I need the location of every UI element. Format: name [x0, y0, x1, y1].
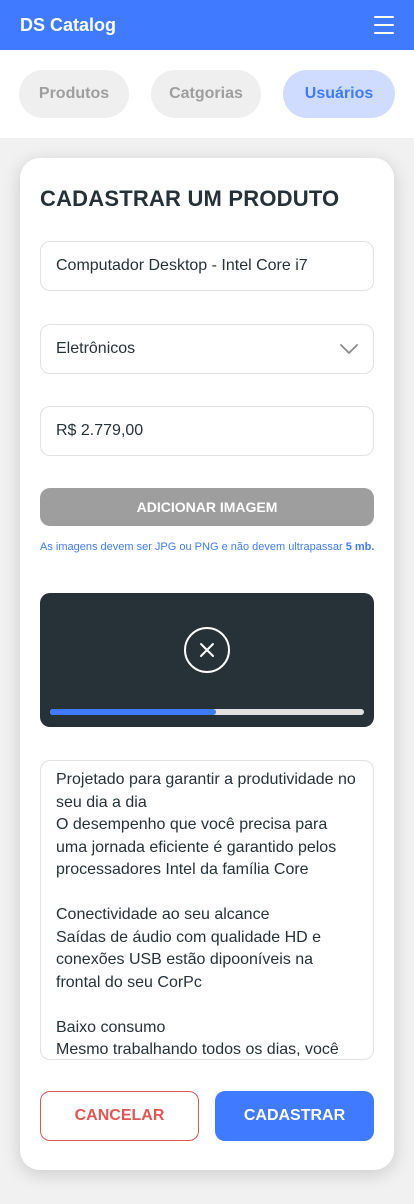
page-title: CADASTRAR UM PRODUTO — [40, 186, 340, 211]
image-upload-preview — [40, 593, 374, 727]
tab-categorias[interactable]: Catgorias — [151, 70, 261, 118]
upload-progress-fill — [50, 709, 217, 715]
brand-logo[interactable]: DS Catalog — [20, 15, 116, 36]
upload-progress-bar — [50, 709, 364, 715]
image-hint: As imagens devem ser JPG ou PNG e não de… — [40, 540, 380, 555]
tab-usuarios[interactable]: Usuários — [283, 70, 395, 118]
hamburger-menu-icon[interactable] — [374, 16, 394, 34]
price-input[interactable]: R$ 2.779,00 — [40, 406, 374, 456]
category-select[interactable]: Eletrônicos — [40, 324, 374, 374]
description-textarea[interactable]: Projetado para garantir a produtividade … — [40, 760, 374, 1060]
cancel-button[interactable]: CANCELAR — [40, 1091, 199, 1141]
category-select-value: Eletrônicos — [56, 340, 136, 357]
submit-button[interactable]: CADASTRAR — [215, 1091, 374, 1141]
add-image-button[interactable]: ADICIONAR IMAGEM — [40, 488, 374, 526]
admin-tabs: Produtos Catgorias Usuários — [0, 50, 414, 138]
product-name-input[interactable]: Computador Desktop - Intel Core i7 — [40, 241, 374, 291]
image-hint-size: 5 mb. — [345, 541, 375, 553]
close-circle-icon[interactable] — [184, 627, 230, 673]
chevron-down-icon — [340, 340, 358, 358]
tab-produtos[interactable]: Produtos — [19, 70, 129, 118]
product-form-card: CADASTRAR UM PRODUTO Computador Desktop … — [20, 158, 394, 1170]
image-hint-text: As imagens devem ser JPG ou PNG e não de… — [40, 541, 346, 553]
navbar: DS Catalog — [0, 0, 414, 50]
